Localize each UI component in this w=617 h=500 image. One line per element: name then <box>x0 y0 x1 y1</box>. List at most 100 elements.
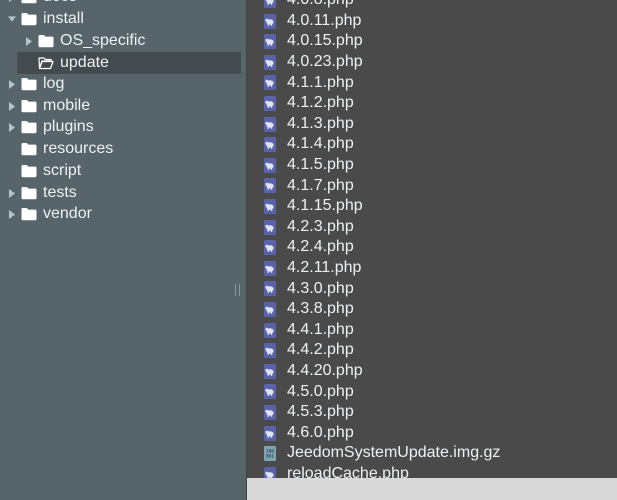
file-row[interactable]: 4.0.11.php <box>247 11 617 32</box>
folder-icon <box>21 142 37 156</box>
sidebar-item-update[interactable]: update <box>0 52 246 74</box>
chevron-right-icon[interactable] <box>8 79 16 89</box>
sidebar-item-resources[interactable]: resources <box>0 138 246 160</box>
sidebar-item-tests[interactable]: tests <box>0 182 246 204</box>
file-name: 4.1.7.php <box>287 176 354 194</box>
sidebar-item-label: install <box>43 10 84 27</box>
file-row[interactable]: 4.1.2.php <box>247 93 617 114</box>
file-name: 4.2.4.php <box>287 238 354 256</box>
file-name: 4.3.0.php <box>287 279 354 297</box>
file-list: 4.0.8.php 4.0.11.php 4.0.15.php 4.0.23.php 4… <box>247 0 617 478</box>
file-name: 4.2.3.php <box>287 217 354 235</box>
php-file-icon <box>264 343 276 359</box>
resize-handle[interactable] <box>235 284 240 296</box>
php-file-icon <box>264 157 276 173</box>
php-file-icon <box>264 384 276 400</box>
sidebar-item-plugins[interactable]: plugins <box>0 116 246 138</box>
file-name: 4.4.1.php <box>287 320 354 338</box>
file-row[interactable]: 4.2.11.php <box>247 258 617 279</box>
chevron-right-icon[interactable] <box>8 209 16 219</box>
file-row[interactable]: 4.2.4.php <box>247 237 617 258</box>
php-file-icon <box>264 363 276 379</box>
php-file-icon <box>264 322 276 338</box>
file-row[interactable]: 4.0.8.php <box>247 0 617 11</box>
file-row[interactable]: 4.5.0.php <box>247 381 617 402</box>
file-name: 4.0.11.php <box>287 11 362 29</box>
file-row[interactable]: 4.1.5.php <box>247 155 617 176</box>
sidebar-item-log[interactable]: log <box>0 73 246 95</box>
file-name: 4.1.5.php <box>287 156 354 174</box>
php-file-icon <box>264 0 276 8</box>
folder-icon <box>21 77 37 91</box>
folder-icon <box>21 186 37 200</box>
sidebar-item-label: update <box>60 54 109 71</box>
sidebar-item-label: script <box>43 162 82 179</box>
sidebar-item-docs[interactable]: docs <box>0 0 246 8</box>
file-name: 4.4.2.php <box>287 341 354 359</box>
file-name: 4.0.23.php <box>287 53 363 71</box>
file-name: 4.3.8.php <box>287 300 354 318</box>
file-name: 4.2.11.php <box>287 259 362 277</box>
file-row[interactable]: 4.3.0.php <box>247 278 617 299</box>
sidebar-item-mobile[interactable]: mobile <box>0 95 246 117</box>
folder-icon <box>21 120 37 134</box>
php-file-icon <box>264 75 276 91</box>
file-row[interactable]: 4.0.15.php <box>247 31 617 52</box>
file-row[interactable]: 4.4.20.php <box>247 361 617 382</box>
horizontal-scrollbar[interactable] <box>247 478 617 500</box>
file-name: 4.5.3.php <box>287 403 354 421</box>
file-row[interactable]: reloadCache.php <box>247 464 617 478</box>
file-row[interactable]: 4.6.0.php <box>247 423 617 444</box>
chevron-right-icon[interactable] <box>8 0 16 2</box>
file-row[interactable]: 4.1.1.php <box>247 72 617 93</box>
file-row[interactable]: 4.1.15.php <box>247 196 617 217</box>
file-row[interactable]: 4.5.3.php <box>247 402 617 423</box>
php-file-icon <box>264 178 276 194</box>
file-name: JeedomSystemUpdate.img.gz <box>287 444 501 462</box>
php-file-icon <box>264 96 276 111</box>
chevron-right-icon[interactable] <box>8 188 16 198</box>
file-row[interactable]: 4.1.4.php <box>247 134 617 155</box>
chevron-down-icon[interactable] <box>8 14 16 24</box>
php-file-icon <box>264 240 276 256</box>
file-name: 4.6.0.php <box>287 423 354 441</box>
php-file-icon <box>264 425 276 441</box>
sidebar-item-label: plugins <box>43 118 94 135</box>
file-row[interactable]: 4.3.8.php <box>247 299 617 320</box>
chevron-right-icon[interactable] <box>25 36 33 46</box>
folder-icon <box>21 0 37 4</box>
php-file-icon <box>264 34 276 50</box>
php-file-icon <box>264 281 276 297</box>
sidebar-item-script[interactable]: script <box>0 160 246 182</box>
file-name: 4.1.2.php <box>287 94 354 112</box>
sidebar-item-vendor[interactable]: vendor <box>0 203 246 225</box>
sidebar-tree: docs install OS_specificupdate log mobile plu… <box>0 0 246 500</box>
file-name: 4.4.20.php <box>287 362 363 380</box>
svg-text:001: 001 <box>266 454 274 460</box>
file-name: 4.1.15.php <box>287 197 363 215</box>
file-row[interactable]: 4.2.3.php <box>247 217 617 238</box>
file-row[interactable]: 4.0.23.php <box>247 52 617 73</box>
sidebar-item-install[interactable]: install <box>0 8 246 30</box>
file-name: 4.5.0.php <box>287 382 354 400</box>
file-row[interactable]: 100 001 JeedomSystemUpdate.img.gz <box>247 443 617 464</box>
file-row[interactable]: 4.4.2.php <box>247 340 617 361</box>
file-name: reloadCache.php <box>287 465 409 478</box>
file-row[interactable]: 4.4.1.php <box>247 320 617 341</box>
sidebar-item-label: vendor <box>43 205 92 222</box>
folder-icon <box>38 34 54 48</box>
sidebar-item-label: OS_specific <box>60 32 146 49</box>
file-row[interactable]: 4.1.3.php <box>247 114 617 135</box>
php-file-icon <box>264 466 276 478</box>
file-name: 4.0.8.php <box>287 0 354 9</box>
folder-icon <box>21 164 37 178</box>
chevron-right-icon[interactable] <box>8 101 16 111</box>
folder-icon <box>21 99 37 113</box>
file-name: 4.1.1.php <box>287 73 354 91</box>
sidebar-item-os-specific[interactable]: OS_specific <box>0 30 246 52</box>
chevron-right-icon[interactable] <box>8 122 16 132</box>
file-row[interactable]: 4.1.7.php <box>247 175 617 196</box>
file-name: 4.0.15.php <box>287 32 363 50</box>
sidebar-item-label: tests <box>43 184 77 201</box>
sidebar-item-label: mobile <box>43 97 91 114</box>
